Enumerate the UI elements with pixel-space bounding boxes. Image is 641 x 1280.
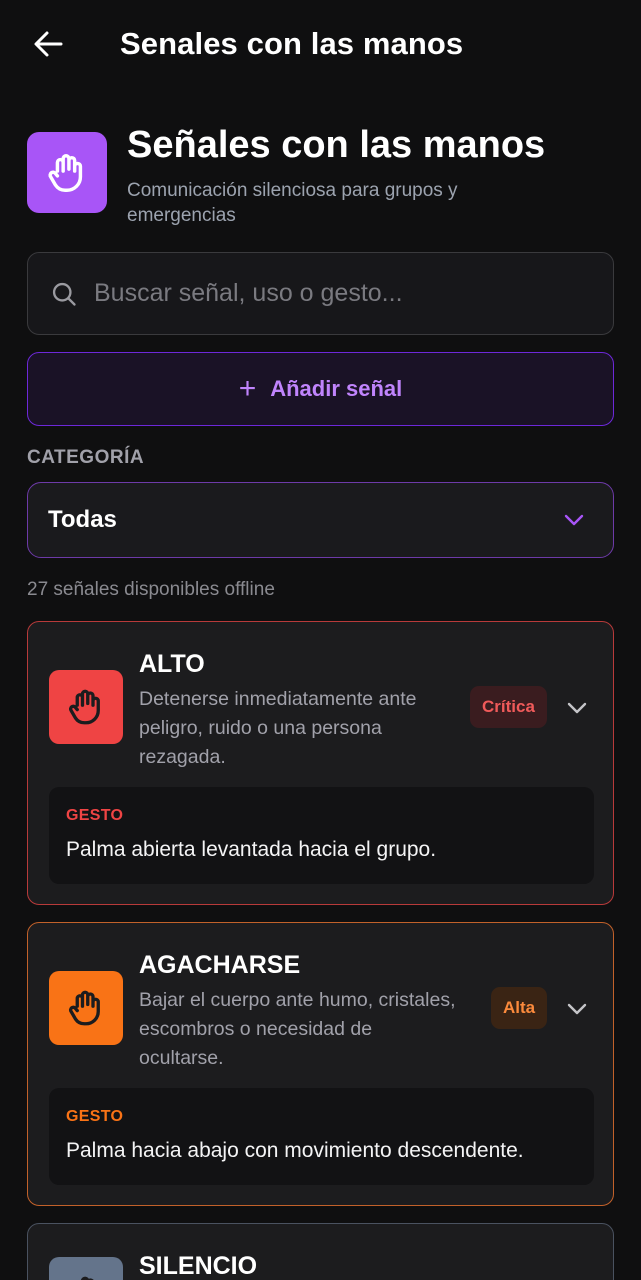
signal-count: 27 señales disponibles offline: [27, 579, 275, 600]
signal-title: AGACHARSE: [139, 951, 301, 979]
back-button[interactable]: [28, 26, 68, 62]
gesture-panel: GESTO Palma abierta levantada hacia el g…: [49, 787, 594, 884]
search-input[interactable]: [94, 279, 564, 308]
hand-icon: [68, 689, 100, 725]
hero-section: Señales con las manos Comunicación silen…: [27, 124, 617, 234]
chevron-down-icon[interactable]: [565, 696, 589, 720]
category-label: CATEGORÍA: [27, 447, 145, 468]
search-icon: [52, 282, 76, 306]
category-selected-value: Todas: [48, 506, 117, 533]
add-signal-label: Añadir señal: [270, 376, 403, 401]
signal-card-agacharse[interactable]: AGACHARSE Bajar el cuerpo ante humo, cri…: [27, 922, 614, 1206]
add-signal-button[interactable]: + Añadir señal: [27, 352, 614, 426]
gesture-text: Palma abierta levantada hacia el grupo.: [66, 838, 437, 861]
arrow-left-icon: [34, 31, 63, 57]
signal-description: Bajar el cuerpo ante humo, cristales, es…: [139, 989, 456, 1069]
signal-card-silencio[interactable]: SILENCIO: [27, 1223, 614, 1280]
hero-title: Señales con las manos: [127, 124, 546, 166]
priority-badge: Alta: [491, 987, 548, 1029]
chevron-down-icon: [564, 514, 584, 526]
signal-icon-tile: [49, 670, 123, 744]
page-title: Senales con las manos: [120, 26, 464, 61]
signal-title: ALTO: [139, 650, 205, 678]
hero-hand-icon-tile: [27, 132, 107, 213]
hand-icon: [68, 990, 100, 1026]
chevron-down-icon[interactable]: [565, 997, 589, 1021]
search-box[interactable]: [27, 252, 614, 335]
category-select[interactable]: Todas: [27, 482, 614, 558]
top-bar: Senales con las manos: [0, 0, 641, 90]
hand-icon: [80, 1276, 94, 1280]
priority-badge: Crítica: [470, 686, 547, 728]
gesture-text: Palma hacia abajo con movimiento descend…: [66, 1139, 524, 1162]
signal-icon-tile: [49, 971, 123, 1045]
gesture-label: GESTO: [66, 1108, 124, 1125]
plus-icon: +: [238, 372, 257, 405]
gesture-panel: GESTO Palma hacia abajo con movimiento d…: [49, 1088, 594, 1185]
signal-card-alto[interactable]: ALTO Detenerse inmediatamente ante pelig…: [27, 621, 614, 905]
signal-icon-tile: [49, 1257, 123, 1280]
signal-description: Detenerse inmediatamente ante peligro, r…: [139, 688, 417, 768]
gesture-label: GESTO: [66, 807, 124, 824]
hand-icon: [48, 153, 83, 192]
hero-subtitle: Comunicación silenciosa para grupos y em…: [127, 180, 458, 226]
signal-title: SILENCIO: [139, 1252, 258, 1280]
